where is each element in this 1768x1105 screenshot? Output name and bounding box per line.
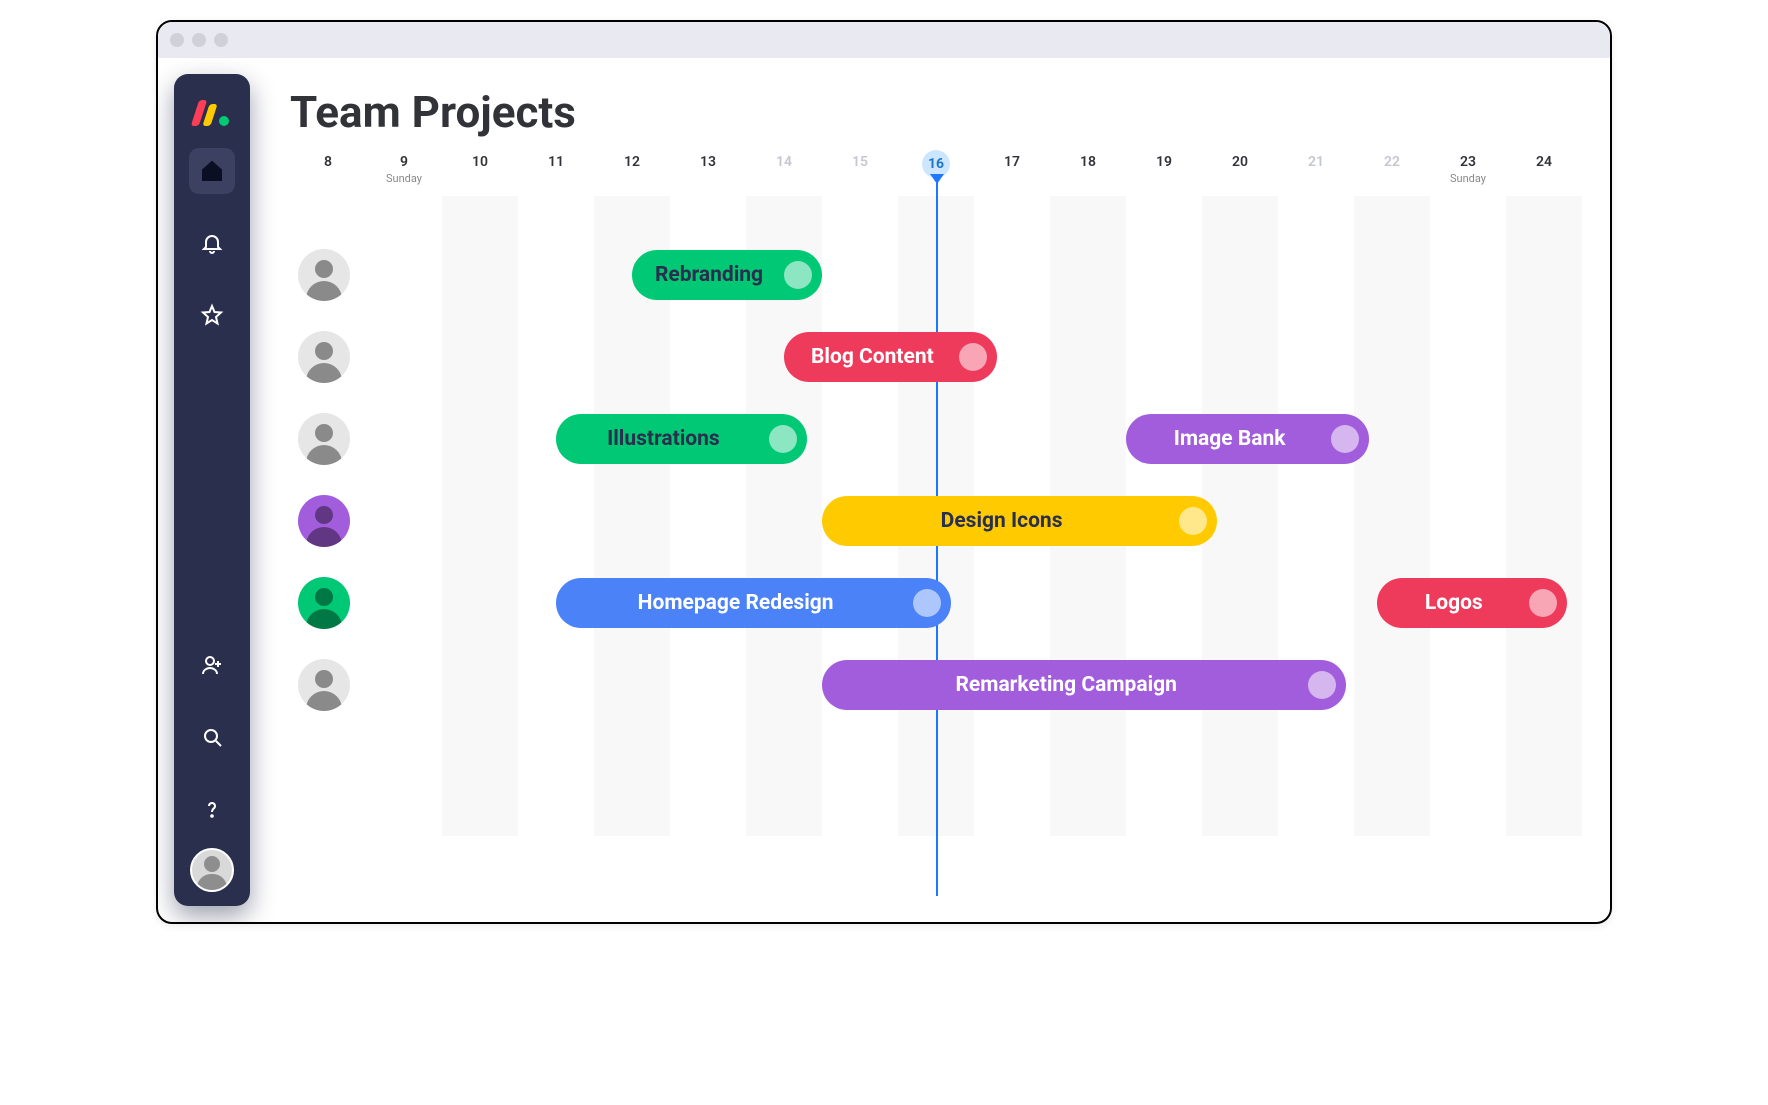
task-handle[interactable] xyxy=(769,425,797,453)
nav-add-user[interactable] xyxy=(189,642,235,688)
add-user-icon xyxy=(200,653,224,677)
date-number: 20 xyxy=(1202,154,1278,170)
task-label: Design Icons xyxy=(941,509,1063,533)
date-cell[interactable]: 21 xyxy=(1278,152,1354,185)
page-title: Team Projects xyxy=(290,86,1582,138)
window-minimize-dot[interactable] xyxy=(192,33,206,47)
date-cell[interactable]: 9 Sunday xyxy=(366,152,442,185)
task-label: Image Bank xyxy=(1174,427,1286,451)
bell-icon xyxy=(200,231,224,255)
task-label: Illustrations xyxy=(607,427,720,451)
task-handle[interactable] xyxy=(1308,671,1336,699)
date-cell[interactable]: 20 xyxy=(1202,152,1278,185)
task-bar[interactable]: Illustrations xyxy=(556,414,807,464)
date-cell[interactable]: 10 xyxy=(442,152,518,185)
date-cell[interactable]: 18 xyxy=(1050,152,1126,185)
gantt-row: Remarketing Campaign xyxy=(290,644,1582,726)
task-handle[interactable] xyxy=(1331,425,1359,453)
date-number: 24 xyxy=(1506,154,1582,170)
gantt-row: Illustrations Image Bank xyxy=(290,398,1582,480)
home-icon xyxy=(200,159,224,183)
date-cell[interactable]: 15 xyxy=(822,152,898,185)
task-label: Logos xyxy=(1425,591,1483,615)
date-number: 9 xyxy=(366,154,442,170)
task-bar[interactable]: Logos xyxy=(1377,578,1567,628)
task-bar[interactable]: Rebranding xyxy=(632,250,822,300)
app-logo[interactable] xyxy=(195,92,229,126)
row-avatar[interactable] xyxy=(298,331,350,383)
gantt-body: Rebranding Blog Content Illustrations Image… xyxy=(290,196,1582,836)
date-cell[interactable]: 13 xyxy=(670,152,746,185)
task-handle[interactable] xyxy=(1529,589,1557,617)
date-number: 12 xyxy=(594,154,670,170)
row-avatar[interactable] xyxy=(298,577,350,629)
sidebar-nav-top xyxy=(189,148,235,338)
row-avatar[interactable] xyxy=(298,249,350,301)
date-cell[interactable]: 22 xyxy=(1354,152,1430,185)
task-bar[interactable]: Image Bank xyxy=(1126,414,1369,464)
date-number: 17 xyxy=(974,154,1050,170)
task-label: Blog Content xyxy=(811,345,934,369)
task-bar[interactable]: Blog Content xyxy=(784,332,997,382)
date-number: 18 xyxy=(1050,154,1126,170)
nav-search[interactable] xyxy=(189,714,235,760)
row-avatar[interactable] xyxy=(298,495,350,547)
date-number: 8 xyxy=(290,154,366,170)
date-cell[interactable]: 24 xyxy=(1506,152,1582,185)
task-handle[interactable] xyxy=(1179,507,1207,535)
date-cell[interactable]: 11 xyxy=(518,152,594,185)
date-number: 13 xyxy=(670,154,746,170)
window-close-dot[interactable] xyxy=(170,33,184,47)
date-number: 19 xyxy=(1126,154,1202,170)
sidebar xyxy=(174,74,250,906)
sidebar-nav-bottom xyxy=(189,642,235,832)
window-zoom-dot[interactable] xyxy=(214,33,228,47)
nav-notifications[interactable] xyxy=(189,220,235,266)
gantt-row: Rebranding xyxy=(290,234,1582,316)
date-sub-label: Sunday xyxy=(1430,172,1506,185)
window-titlebar xyxy=(158,22,1610,58)
date-number: 22 xyxy=(1354,154,1430,170)
nav-favorites[interactable] xyxy=(189,292,235,338)
task-label: Rebranding xyxy=(655,263,763,287)
gantt-row: Design Icons xyxy=(290,480,1582,562)
main-content: Team Projects 89Sunday101112131415161718… xyxy=(250,58,1610,922)
date-cell[interactable]: 14 xyxy=(746,152,822,185)
gantt-row: Homepage Redesign Logos xyxy=(290,562,1582,644)
date-number: 15 xyxy=(822,154,898,170)
date-number: 14 xyxy=(746,154,822,170)
task-handle[interactable] xyxy=(913,589,941,617)
task-bar[interactable]: Design Icons xyxy=(822,496,1217,546)
date-cell[interactable]: 17 xyxy=(974,152,1050,185)
nav-home[interactable] xyxy=(189,148,235,194)
task-label: Remarketing Campaign xyxy=(955,673,1176,697)
date-cell[interactable]: 12 xyxy=(594,152,670,185)
current-user-avatar[interactable] xyxy=(190,848,234,892)
gantt-row: Blog Content xyxy=(290,316,1582,398)
row-avatar[interactable] xyxy=(298,659,350,711)
task-label: Homepage Redesign xyxy=(638,591,834,615)
date-sub-label: Sunday xyxy=(366,172,442,185)
app-window: Team Projects 89Sunday101112131415161718… xyxy=(156,20,1612,924)
help-icon xyxy=(200,797,224,821)
date-number: 10 xyxy=(442,154,518,170)
nav-help[interactable] xyxy=(189,786,235,832)
task-bar[interactable]: Remarketing Campaign xyxy=(822,660,1346,710)
search-icon xyxy=(200,725,224,749)
date-cell[interactable]: 23 Sunday xyxy=(1430,152,1506,185)
task-handle[interactable] xyxy=(784,261,812,289)
gantt-chart: 89Sunday1011121314151617181920212223Sund… xyxy=(290,152,1582,836)
date-number: 11 xyxy=(518,154,594,170)
task-handle[interactable] xyxy=(959,343,987,371)
date-number: 21 xyxy=(1278,154,1354,170)
date-cell[interactable]: 8 xyxy=(290,152,366,185)
row-avatar[interactable] xyxy=(298,413,350,465)
star-icon xyxy=(200,303,224,327)
date-number: 23 xyxy=(1430,154,1506,170)
task-bar[interactable]: Homepage Redesign xyxy=(556,578,951,628)
date-cell[interactable]: 19 xyxy=(1126,152,1202,185)
